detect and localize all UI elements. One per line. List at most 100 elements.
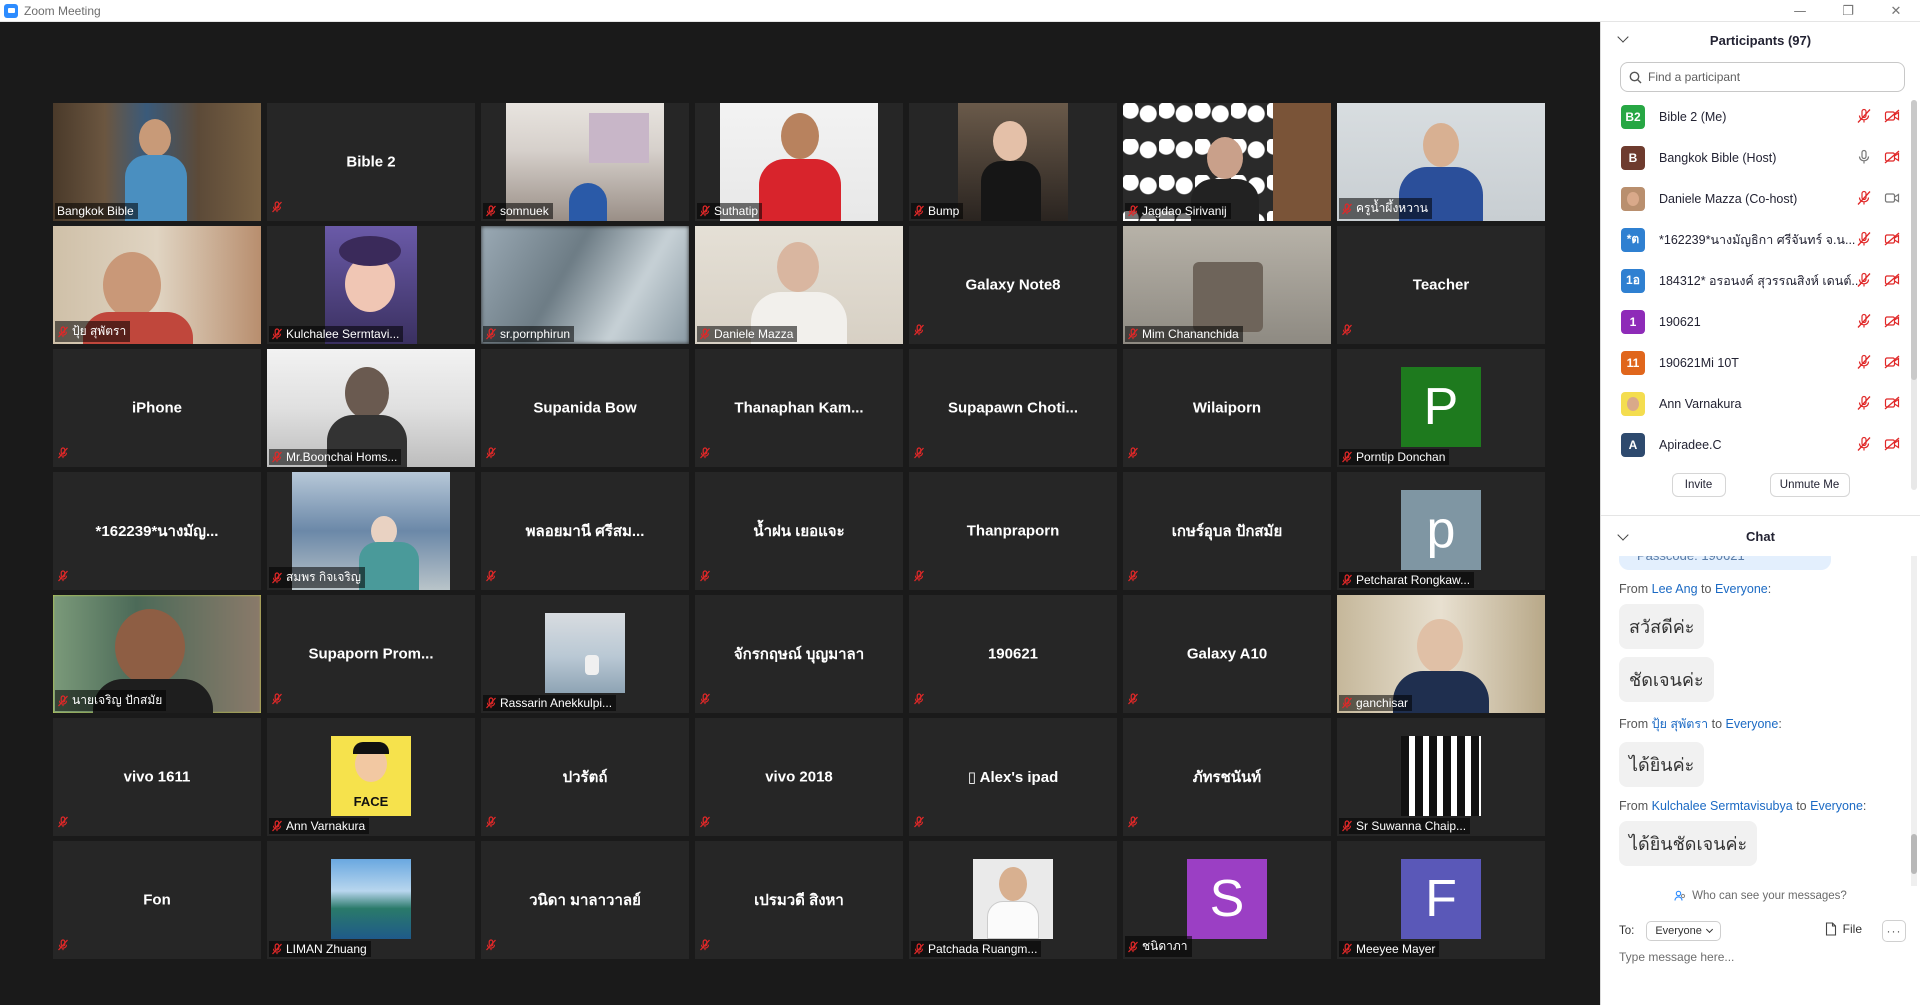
mic-muted-icon [1341, 697, 1353, 709]
gallery-grid: Bangkok Bible Bible 2 somnuek Suthatip Bump J… [53, 103, 1545, 959]
participant-tile[interactable]: *162239*นางมัญ... [53, 472, 261, 590]
close-button[interactable]: ✕ [1872, 0, 1920, 22]
chat-sender-line: From ปุ้ย สุพัตรา to Everyone: [1619, 717, 1782, 731]
participant-name: Petcharat Rongkaw... [1356, 573, 1471, 587]
chat-message[interactable]: ชัดเจนค่ะ [1619, 657, 1714, 702]
chat-sender[interactable]: ปุ้ย สุพัตรา [1652, 717, 1708, 731]
participant-tile[interactable]: p Petcharat Rongkaw... [1337, 472, 1545, 590]
from-prefix: From [1619, 717, 1649, 731]
participant-tile[interactable]: sr.pornphirun [481, 226, 689, 344]
participant-tile[interactable]: Suthatip [695, 103, 903, 221]
participant-tile[interactable]: ครูน้ำผึ้งหวาน [1337, 103, 1545, 221]
participant-tile[interactable]: Kulchalee Sermtavi... [267, 226, 475, 344]
participant-tile[interactable]: Bible 2 [267, 103, 475, 221]
participant-tile[interactable]: 190621 [909, 595, 1117, 713]
participant-tile[interactable]: Rassarin Anekkulpi... [481, 595, 689, 713]
participant-tile[interactable]: ▯ Alex's ipad [909, 718, 1117, 836]
participant-tile[interactable]: Thanpraporn [909, 472, 1117, 590]
participant-tile[interactable]: Daniele Mazza [695, 226, 903, 344]
participant-tile[interactable]: ganchisar [1337, 595, 1545, 713]
participant-scrollbar[interactable] [1911, 100, 1917, 490]
participant-row[interactable]: 1อ 184312* อรอนงค์ สุวรรณสิงห์ เดนต์... [1601, 260, 1920, 301]
participant-row[interactable]: B Bangkok Bible (Host) [1601, 137, 1920, 178]
mic-muted-icon [1341, 943, 1353, 955]
participant-tile[interactable]: Fon [53, 841, 261, 959]
participant-tile[interactable]: ภัทรชนันท์ [1123, 718, 1331, 836]
mic-muted-icon [699, 446, 711, 464]
participant-tile[interactable]: Sr Suwanna Chaip... [1337, 718, 1545, 836]
participant-tile[interactable]: Galaxy Note8 [909, 226, 1117, 344]
invite-button[interactable]: Invite [1671, 473, 1726, 497]
avatar-letter: p [1401, 490, 1481, 570]
participant-tile[interactable]: vivo 1611 [53, 718, 261, 836]
mic-muted-icon [699, 692, 711, 710]
participant-tile[interactable]: Patchada Ruangm... [909, 841, 1117, 959]
participant-scrollbar-thumb[interactable] [1911, 100, 1917, 380]
participant-tile[interactable]: Teacher [1337, 226, 1545, 344]
participant-tile[interactable]: ปุ้ย สุพัตรา [53, 226, 261, 344]
video-off-icon [1884, 150, 1900, 164]
participant-label: ครูน้ำผึ้งหวาน [1339, 198, 1432, 219]
participant-tile[interactable]: วนิดา มาลาวาลย์ [481, 841, 689, 959]
chat-sender[interactable]: Kulchalee Sermtavisubya [1652, 799, 1793, 813]
participant-tile[interactable]: พลอยมานี ศรีสม... [481, 472, 689, 590]
participant-tile[interactable]: S ชนิดาภา [1123, 841, 1331, 959]
participant-tile[interactable]: เปรมวดี สิงหา [695, 841, 903, 959]
chat-recipient: Everyone [1810, 799, 1863, 813]
chat-messages: Passcode: 190621 From Lee Ang to Everyon… [1601, 556, 1920, 886]
participant-row[interactable]: 1 190621 [1601, 301, 1920, 342]
participant-search[interactable] [1620, 62, 1905, 92]
participant-row[interactable]: B2 Bible 2 (Me) [1601, 96, 1920, 137]
participant-tile[interactable]: F Meeyee Mayer [1337, 841, 1545, 959]
participant-tile[interactable]: นายเจริญ ปักสมัย [53, 595, 261, 713]
participant-tile[interactable]: Jagdao Sirivanij [1123, 103, 1331, 221]
participant-row[interactable]: Daniele Mazza (Co-host) [1601, 178, 1920, 219]
participant-tile[interactable]: เกษร์อุบล ปักสมัย [1123, 472, 1331, 590]
restore-button[interactable]: ❐ [1824, 0, 1872, 22]
participant-tile[interactable]: Wilaiporn [1123, 349, 1331, 467]
chat-message[interactable]: สวัสดีค่ะ [1619, 604, 1705, 649]
participant-tile[interactable]: Supaporn Prom... [267, 595, 475, 713]
participant-row[interactable]: Ann Varnakura [1601, 383, 1920, 424]
participant-tile[interactable]: สมพร กิจเจริญ [267, 472, 475, 590]
participant-tile[interactable]: Galaxy A10 [1123, 595, 1331, 713]
chat-scrollbar[interactable] [1911, 556, 1917, 886]
participant-tile[interactable]: Supapawn Choti... [909, 349, 1117, 467]
participant-tile[interactable]: LIMAN Zhuang [267, 841, 475, 959]
chat-message[interactable]: ได้ยินค่ะ [1619, 742, 1705, 787]
chat-sender[interactable]: Lee Ang [1652, 582, 1698, 596]
participant-tile[interactable]: Bangkok Bible [53, 103, 261, 221]
recipient-dropdown[interactable]: Everyone [1646, 921, 1721, 941]
collapse-chevron-icon[interactable] [1617, 31, 1629, 43]
chat-message[interactable]: ได้ยินชัดเจนค่ะ [1619, 821, 1758, 866]
file-button[interactable]: File [1825, 922, 1862, 936]
participant-tile[interactable]: Mr.Boonchai Homs... [267, 349, 475, 467]
more-options-button[interactable]: ··· [1882, 920, 1906, 942]
participant-tile[interactable]: Bump [909, 103, 1117, 221]
participant-name: Supaporn Prom... [308, 645, 434, 663]
mic-muted-icon [913, 569, 925, 587]
participant-tile[interactable]: น้ำฝน เยอแจะ [695, 472, 903, 590]
participant-label: Petcharat Rongkaw... [1339, 572, 1475, 588]
participant-tile[interactable]: iPhone [53, 349, 261, 467]
participant-tile[interactable]: P Porntip Donchan [1337, 349, 1545, 467]
participant-search-input[interactable] [1648, 70, 1898, 84]
participant-name: 190621Mi 10T [1659, 355, 1739, 370]
chat-scrollbar-thumb[interactable] [1911, 834, 1917, 874]
participant-row[interactable]: 11 190621Mi 10T [1601, 342, 1920, 383]
participant-tile[interactable]: จักรกฤษณ์ บุญมาลา [695, 595, 903, 713]
participant-tile[interactable]: FACE Ann Varnakura [267, 718, 475, 836]
participant-tile[interactable]: vivo 2018 [695, 718, 903, 836]
participant-tile[interactable]: somnuek [481, 103, 689, 221]
minimize-button[interactable]: — [1776, 0, 1824, 22]
participant-tile[interactable]: Thanaphan Kam... [695, 349, 903, 467]
participant-row[interactable]: A Apiradee.C [1601, 424, 1920, 465]
participant-tile[interactable]: ปวรัตถ์ [481, 718, 689, 836]
chat-collapse-chevron-icon[interactable] [1617, 529, 1629, 541]
chat-message-input[interactable] [1619, 950, 1899, 964]
who-can-see-link[interactable]: Who can see your messages? [1601, 890, 1920, 902]
unmute-me-button[interactable]: Unmute Me [1769, 473, 1850, 497]
participant-tile[interactable]: Mim Chananchida [1123, 226, 1331, 344]
participant-tile[interactable]: Supanida Bow [481, 349, 689, 467]
participant-row[interactable]: *ต *162239*นางมัญธิกา ศรีจันทร์ จ.น... [1601, 219, 1920, 260]
